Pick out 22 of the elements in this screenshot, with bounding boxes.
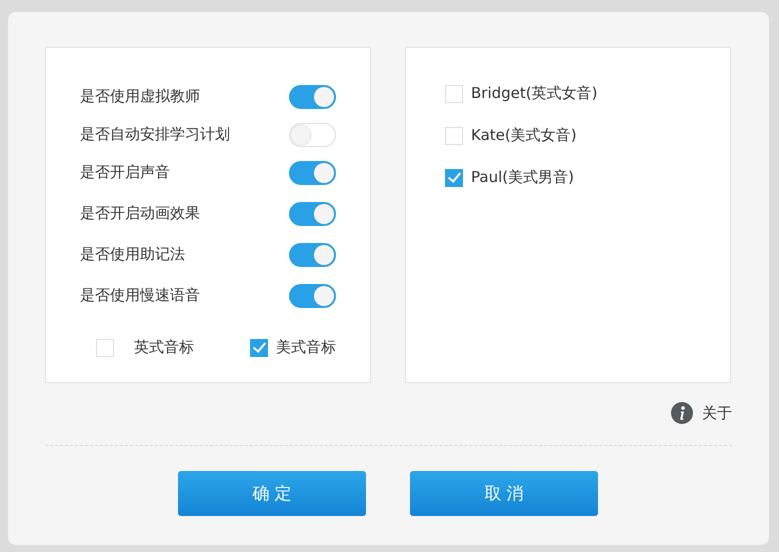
toggle-switch[interactable] (289, 84, 336, 108)
about-link[interactable]: 关于 (702, 404, 732, 422)
setting-label: 是否开启声音 (80, 163, 170, 182)
toggle-switch[interactable] (289, 242, 336, 266)
setting-label: 是否使用虚拟教师 (80, 87, 200, 106)
checkbox[interactable] (250, 338, 268, 356)
setting-label: 是否使用慢速语音 (80, 286, 200, 305)
setting-label: 是否使用助记法 (80, 245, 185, 264)
setting-label: 是否开启动画效果 (80, 204, 200, 223)
checkbox-label: 美式音标 (276, 338, 336, 357)
voice-label: Bridget(英式女音) (471, 84, 598, 103)
voice-label: Kate(美式女音) (471, 126, 577, 145)
toggle-switch[interactable] (289, 202, 336, 226)
toggle-switch[interactable] (289, 160, 336, 184)
checkbox-label: 英式音标 (134, 338, 194, 357)
toggle-switch[interactable] (289, 284, 336, 308)
voice-label: Paul(美式男音) (471, 168, 574, 187)
setting-label: 是否自动安排学习计划 (80, 125, 230, 144)
info-icon[interactable] (671, 402, 693, 424)
confirm-button[interactable]: 确 定 (178, 471, 366, 516)
cancel-button[interactable]: 取 消 (410, 471, 598, 516)
checkbox[interactable] (445, 168, 463, 186)
